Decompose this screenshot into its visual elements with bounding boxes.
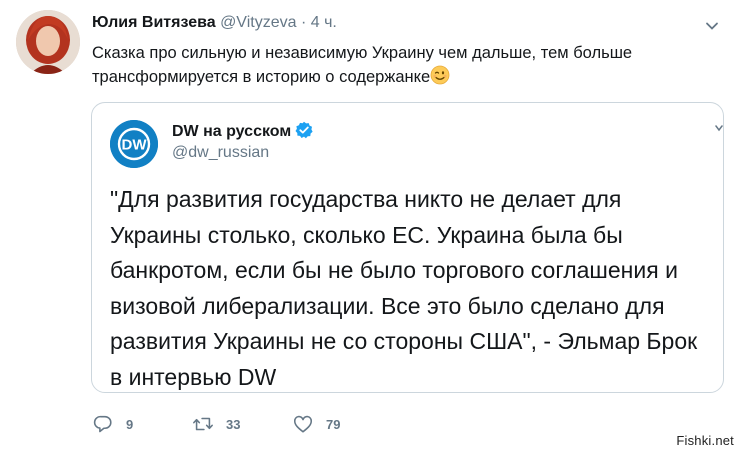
- quoted-author-name[interactable]: DW на русском: [172, 121, 313, 142]
- quoted-author-handle[interactable]: @dw_russian: [172, 143, 269, 163]
- tweet-body: Сказка про сильную и независимую Украину…: [92, 44, 633, 86]
- retweet-icon: [193, 417, 213, 431]
- winking-face-icon: [430, 65, 450, 85]
- tweet-timestamp[interactable]: 4 ч.: [311, 14, 337, 31]
- separator-dot: ·: [300, 14, 307, 31]
- quoted-menu-chevron-icon[interactable]: [713, 121, 725, 133]
- reply-count: 9: [126, 416, 134, 432]
- tweet-text: Сказка про сильную и независимую Украину…: [92, 41, 692, 89]
- dw-logo-text: DW: [122, 137, 148, 154]
- heart-icon: [293, 415, 313, 433]
- retweet-count: 33: [226, 416, 241, 432]
- site-watermark: Fishki.net: [676, 433, 734, 448]
- retweet-button[interactable]: 33: [192, 412, 240, 436]
- avatar-image: [16, 10, 80, 74]
- like-button[interactable]: 79: [292, 412, 340, 436]
- quoted-tweet[interactable]: DW DW на русском @dw_russian "Для развит…: [91, 102, 724, 393]
- dw-logo-avatar[interactable]: DW: [110, 120, 158, 168]
- like-count: 79: [326, 416, 341, 432]
- author-handle[interactable]: @Vityzeva: [220, 14, 296, 31]
- verified-badge-icon: [295, 121, 313, 139]
- quoted-author-name-text: DW на русском: [172, 123, 292, 140]
- tweet-menu-chevron-icon[interactable]: [704, 18, 720, 34]
- author-name[interactable]: Юлия Витязева: [92, 14, 216, 31]
- author-avatar[interactable]: [16, 10, 80, 74]
- tweet-header: Юлия Витязева @Vityzeva · 4 ч.: [92, 13, 700, 33]
- reply-button[interactable]: 9: [92, 412, 133, 436]
- reply-icon: [93, 415, 112, 433]
- quoted-tweet-text: "Для развития государства никто не делае…: [110, 186, 698, 390]
